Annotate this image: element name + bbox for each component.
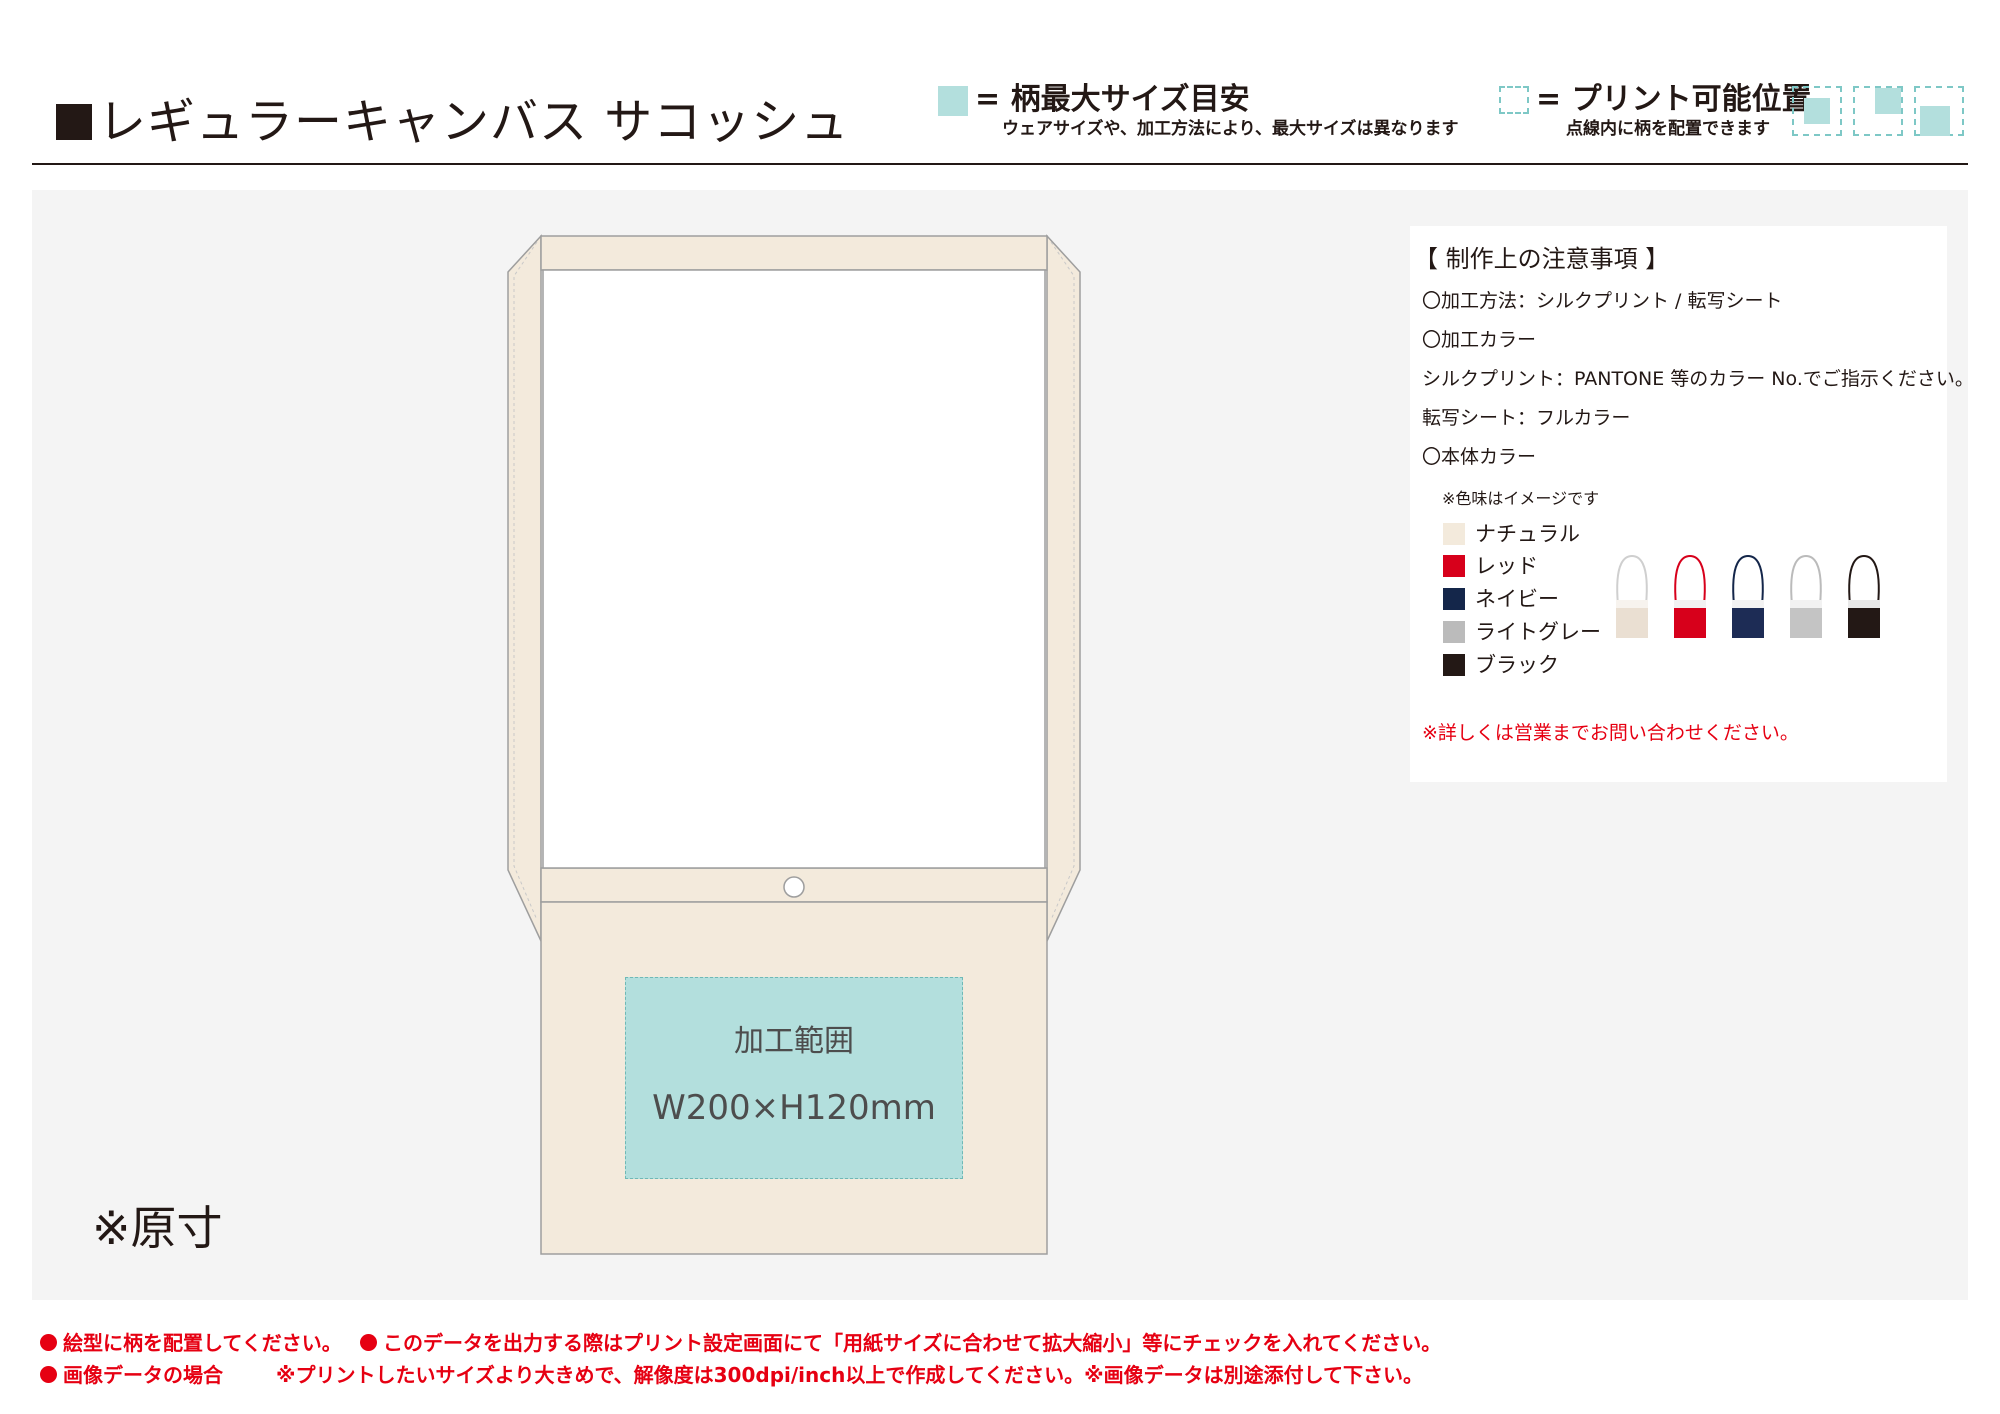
position-bottom-right-icon (1914, 86, 1964, 136)
notes-silk: シルクプリント：PANTONE 等のカラー No.でご指示ください。 (1422, 368, 1974, 390)
notes-method: 〇加工方法：シルクプリント / 転写シート (1422, 290, 1783, 312)
notes-tint-note: ※色味はイメージです (1442, 489, 1600, 508)
position-top-center-icon (1853, 86, 1903, 136)
max-size-legend-label: = 柄最大サイズ目安 (975, 82, 1250, 117)
printable-legend-label: = プリント可能位置 (1536, 82, 1812, 117)
notes-body-color: 〇本体カラー (1422, 446, 1537, 468)
footer-note-1a: 絵型に柄を配置してください。 (40, 1330, 342, 1356)
color-label-red: レッド (1475, 554, 1538, 578)
thumbnail-red (1674, 554, 1706, 638)
thumbnail-black (1848, 554, 1880, 638)
footer-note-2b: ※プリントしたいサイズより大きめで、解像度は300dpi/inch以上で作成して… (276, 1363, 1424, 1387)
printable-area-swatch-icon (1499, 86, 1529, 114)
color-swatch-red (1443, 555, 1465, 577)
thumbnail-lightgray (1790, 554, 1822, 638)
notes-transfer: 転写シート：フルカラー (1422, 407, 1631, 429)
header-divider (32, 163, 1968, 165)
product-color-thumbnails (1616, 554, 1880, 638)
position-top-left-icon (1792, 86, 1842, 136)
notes-contact: ※詳しくは営業までお問い合わせください。 (1422, 722, 1799, 744)
notes-process-color: 〇加工カラー (1422, 329, 1537, 351)
color-label-lightgray: ライトグレー (1475, 620, 1601, 644)
color-swatch-lightgray (1443, 621, 1465, 643)
thumbnail-natural (1616, 554, 1648, 638)
color-swatch-navy (1443, 588, 1465, 610)
max-size-legend-sub: ウェアサイズや、加工方法により、最大サイズは異なります (1002, 119, 1459, 139)
print-area-size: W200×H120mm (652, 1088, 936, 1128)
page-title-text: レギュラーキャンバス サコッシュ (98, 94, 850, 150)
max-size-swatch-icon (938, 86, 968, 116)
actual-size-note: ※原寸 (92, 1201, 223, 1255)
bullet-icon (360, 1334, 377, 1351)
color-swatch-black (1443, 654, 1465, 676)
footer-note-1b: このデータを出力する際はプリント設定画面にて「用紙サイズに合わせて拡大縮小」等に… (360, 1330, 1441, 1356)
color-label-navy: ネイビー (1475, 587, 1559, 611)
color-label-black: ブラック (1475, 653, 1559, 677)
thumbnail-navy (1732, 554, 1764, 638)
print-area-label: 加工範囲 (734, 1024, 854, 1059)
print-area (625, 977, 963, 1179)
page-title: レギュラーキャンバス サコッシュ (56, 92, 849, 152)
notes-heading: 【 制作上の注意事項 】 (1414, 245, 1670, 273)
color-swatch-natural (1443, 523, 1465, 545)
color-label-natural: ナチュラル (1475, 522, 1580, 546)
printable-legend-sub: 点線内に柄を配置できます (1566, 119, 1770, 139)
title-square-icon (56, 104, 92, 140)
snap-button-icon (783, 876, 805, 898)
bullet-icon (40, 1366, 57, 1383)
bullet-icon (40, 1334, 57, 1351)
footer-note-2a: 画像データの場合 (40, 1362, 223, 1388)
